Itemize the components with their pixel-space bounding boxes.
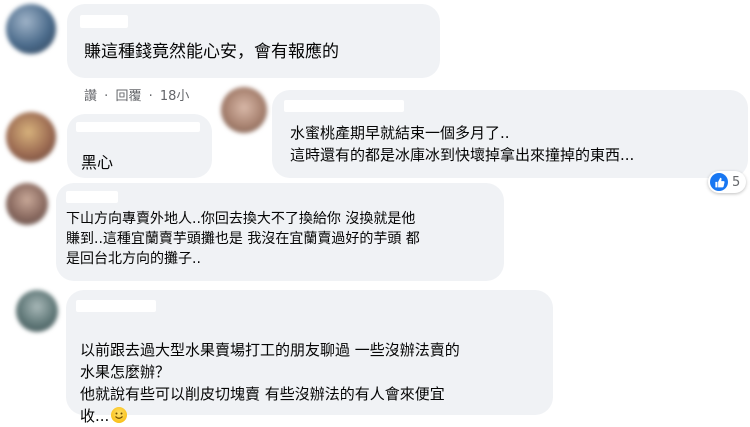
commenter-name[interactable] xyxy=(76,122,200,132)
comment-text: 黑心 xyxy=(81,153,114,172)
reaction-count-number: 5 xyxy=(732,174,741,190)
comment-text: 賺這種錢竟然能心安，會有報應的 xyxy=(84,42,339,62)
separator: · xyxy=(148,89,153,104)
avatar[interactable] xyxy=(6,4,56,54)
avatar[interactable] xyxy=(6,112,56,162)
comment-text: 以前跟去過大型水果賣場打工的朋友聊過 一些沒辦法賣的 水果怎麼辦？ 他就說有些可… xyxy=(80,317,460,427)
comment-text: 水蜜桃產期早就結束一個多月了.. 這時還有的都是冰庫冰到快壞掉拿出來撞掉的東西.… xyxy=(290,124,635,164)
like-link[interactable]: 讚 xyxy=(84,85,97,104)
like-icon xyxy=(710,173,728,191)
commenter-name[interactable] xyxy=(66,191,118,203)
commenter-name[interactable] xyxy=(76,300,156,312)
comment-text: 下山方向專賣外地人..你回去換大不了換給你 沒換就是他 賺到..這種宜蘭賣芋頭攤… xyxy=(66,211,420,267)
separator: · xyxy=(104,89,109,104)
comment-actions: 讚 · 回覆 · 18小 xyxy=(84,85,189,104)
comment-timestamp[interactable]: 18小 xyxy=(160,85,190,104)
reply-link[interactable]: 回覆 xyxy=(115,85,141,104)
comment-text-content: 以前跟去過大型水果賣場打工的朋友聊過 一些沒辦法賣的 水果怎麼辦？ 他就說有些可… xyxy=(80,341,460,425)
commenter-name[interactable] xyxy=(284,100,404,112)
reaction-count[interactable]: 5 xyxy=(708,171,747,193)
avatar[interactable] xyxy=(16,290,58,332)
smile-emoji-icon xyxy=(111,407,128,423)
commenter-name[interactable] xyxy=(80,15,128,28)
avatar[interactable] xyxy=(221,87,267,133)
avatar[interactable] xyxy=(6,183,48,225)
